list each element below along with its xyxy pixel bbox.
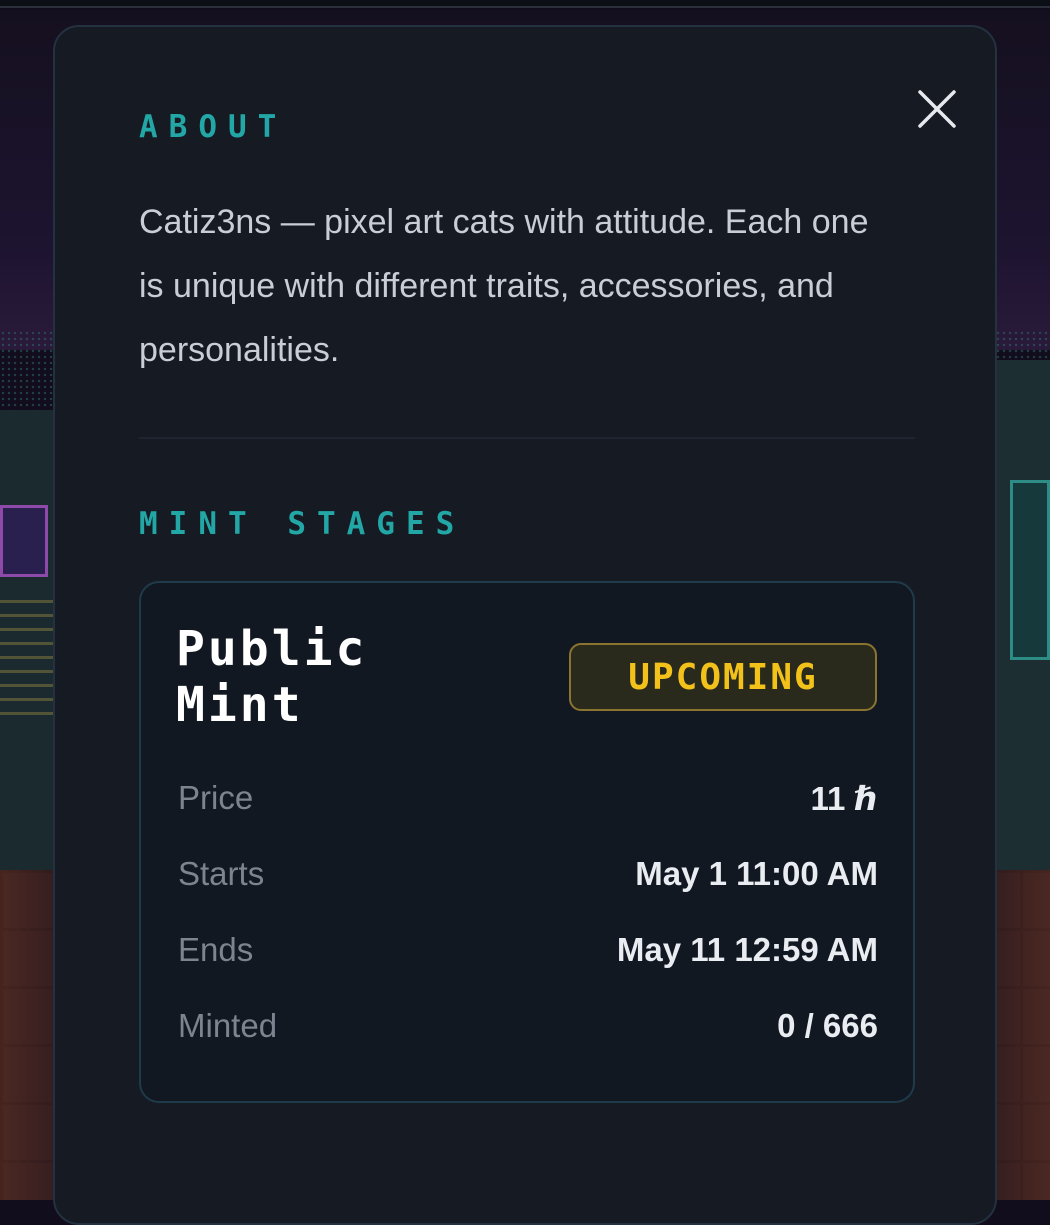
price-value: 11 ℏ (810, 779, 878, 818)
price-label: Price (178, 779, 253, 817)
background-window-lights (0, 600, 55, 720)
about-description: Catiz3ns — pixel art cats with attitude.… (139, 190, 899, 382)
ends-label: Ends (178, 931, 253, 969)
close-icon (915, 87, 959, 131)
stage-row-minted: Minted 0 / 666 (178, 1004, 878, 1048)
about-heading: ABOUT (139, 109, 287, 145)
stage-title: Public Mint (176, 621, 476, 733)
background-neon-sign (0, 505, 48, 577)
collection-info-modal: ABOUT Catiz3ns — pixel art cats with att… (53, 25, 997, 1225)
ends-value: May 11 12:59 AM (617, 931, 878, 969)
starts-value: May 1 11:00 AM (635, 855, 878, 893)
status-badge: UPCOMING (569, 643, 877, 711)
section-divider (139, 437, 915, 439)
background-window-right (1010, 480, 1050, 660)
starts-label: Starts (178, 855, 264, 893)
stage-row-price: Price 11 ℏ (178, 776, 878, 820)
stage-row-ends: Ends May 11 12:59 AM (178, 928, 878, 972)
mint-stage-card: Public Mint UPCOMING Price 11 ℏ Starts M… (139, 581, 915, 1103)
minted-value: 0 / 666 (777, 1007, 878, 1045)
mint-stages-heading: MINT STAGES (139, 506, 465, 542)
minted-label: Minted (178, 1007, 277, 1045)
close-button[interactable] (915, 87, 959, 131)
stage-row-starts: Starts May 1 11:00 AM (178, 852, 878, 896)
